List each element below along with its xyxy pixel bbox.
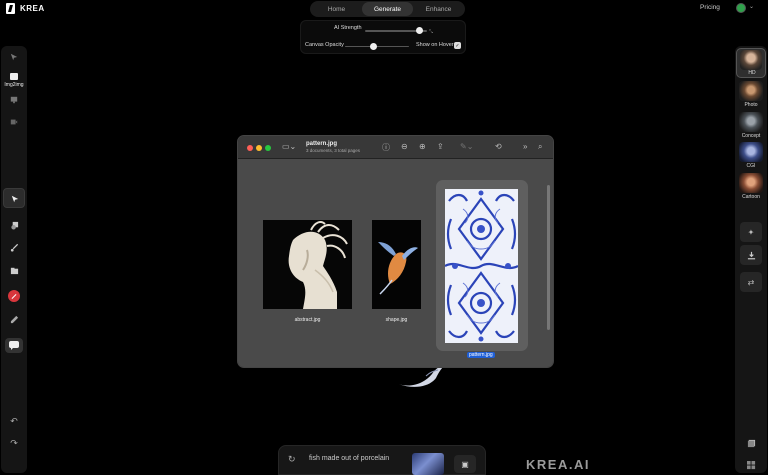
style-concept[interactable]: Concept [736, 112, 766, 142]
style-concept-thumbnail [739, 112, 763, 132]
shuffle-icon[interactable]: ⇄ [740, 272, 762, 292]
style-cgi-thumbnail [739, 142, 763, 162]
canvas-opacity-slider-knob[interactable] [370, 42, 378, 50]
redo-icon[interactable]: ↷ [9, 438, 19, 448]
generation-settings: AI Strength ⤡ Canvas Opacity Show on Hov… [300, 20, 466, 54]
style-label: CGI [746, 163, 756, 169]
info-icon[interactable]: ⓘ [382, 142, 390, 153]
more-icon[interactable]: » [523, 142, 527, 151]
chat-icon [9, 341, 19, 350]
download-icon[interactable] [740, 245, 762, 265]
sidebar-item-img2img[interactable]: Img2img [2, 71, 26, 91]
style-cartoon-thumbnail [739, 173, 763, 193]
thumbnail-abstract[interactable] [263, 220, 352, 309]
video-icon[interactable] [9, 117, 19, 127]
krea-logo-icon [6, 3, 15, 14]
file-name-label: abstract.jpg [294, 317, 321, 323]
window-titlebar: ▭⌄ pattern.jpg 3 documents, 3 total page… [238, 136, 553, 159]
window-content: abstract.jpg shape.jpg pattern.jpg [238, 159, 553, 367]
style-label: Concept [741, 133, 761, 139]
sidebar-item-label: Img2img [4, 82, 24, 88]
eraser-red-icon[interactable] [8, 290, 20, 302]
window-title: pattern.jpg [306, 141, 337, 147]
sparkle-icon[interactable]: ✦ [740, 222, 762, 242]
layers-icon[interactable] [746, 438, 756, 448]
close-button[interactable] [247, 145, 253, 151]
krea-watermark: KREA.AI [526, 457, 590, 472]
pricing-link[interactable]: Pricing [700, 4, 720, 11]
cursor-icon[interactable] [9, 52, 19, 62]
monitor-icon[interactable] [9, 95, 19, 105]
tab-home[interactable]: Home [311, 2, 362, 16]
markup-icon[interactable]: ✎⌄ [460, 142, 473, 151]
style-hd[interactable]: HD [736, 48, 766, 78]
right-toolbar: HD Photo Concept CGI Cartoon ✦ ⇄ [735, 46, 767, 473]
rotate-icon[interactable]: ⟲ [495, 142, 502, 151]
shape-image [372, 220, 421, 309]
left-toolbar: Img2img ↶ ↷ [1, 46, 27, 473]
select-arrow-icon [11, 195, 19, 203]
refresh-icon[interactable]: ↻ [288, 454, 296, 465]
brand-name: KREA [20, 4, 45, 13]
window-subtitle: 3 documents, 3 total pages [306, 148, 361, 153]
avatar[interactable] [736, 3, 746, 13]
style-hd-thumbnail [740, 50, 762, 70]
ai-strength-slider-knob[interactable] [416, 27, 424, 34]
thumbnail-shape[interactable] [372, 220, 421, 309]
image-upload-icon[interactable]: ▣ [454, 455, 476, 473]
prompt-reference-thumbnail[interactable] [412, 453, 444, 475]
select-tool[interactable] [3, 188, 25, 208]
style-photo[interactable]: Photo [736, 81, 766, 111]
eyedropper-icon[interactable] [9, 314, 19, 324]
search-icon[interactable]: ⌕ [538, 142, 542, 152]
folder-icon[interactable] [9, 265, 19, 275]
abstract-image [263, 220, 352, 309]
zoom-button[interactable] [265, 145, 271, 151]
share-icon[interactable]: ⇪ [437, 142, 444, 151]
tab-enhance[interactable]: Enhance [413, 2, 464, 16]
undo-icon[interactable]: ↶ [9, 416, 19, 426]
image-icon [10, 73, 18, 80]
show-on-hover-checkbox[interactable]: ✓ [454, 42, 461, 49]
prompt-input[interactable]: fish made out of porcelain [309, 455, 389, 462]
sidebar-toggle-icon[interactable]: ▭⌄ [282, 142, 296, 151]
zoom-in-icon[interactable]: ⊕ [419, 142, 426, 151]
brush-icon[interactable] [9, 242, 19, 252]
chat-tool[interactable] [5, 338, 23, 353]
pattern-image [445, 189, 518, 343]
file-name-label: shape.jpg [385, 317, 408, 323]
thumbnail-pattern[interactable] [445, 189, 518, 343]
zoom-out-icon[interactable]: ⊖ [401, 142, 408, 151]
brand[interactable]: KREA [6, 3, 45, 14]
style-cgi[interactable]: CGI [736, 142, 766, 172]
style-cartoon[interactable]: Cartoon [736, 173, 766, 203]
shapes-icon[interactable] [9, 220, 19, 230]
preview-window: ▭⌄ pattern.jpg 3 documents, 3 total page… [237, 135, 554, 368]
file-name-label-selected: pattern.jpg [467, 352, 495, 358]
style-label: Cartoon [742, 194, 760, 200]
chevron-down-icon[interactable]: ⌄ [749, 3, 754, 10]
main-nav: Home Generate Enhance [310, 1, 465, 17]
tab-generate[interactable]: Generate [362, 2, 413, 16]
grid-icon[interactable] [746, 460, 756, 470]
ai-strength-label: AI Strength [334, 25, 362, 31]
show-on-hover-label: Show on Hover [416, 42, 454, 48]
minimize-button[interactable] [256, 145, 262, 151]
prompt-bar: ↻ fish made out of porcelain ▣ [278, 445, 486, 475]
style-label: HD [748, 70, 756, 76]
canvas-opacity-label: Canvas Opacity [305, 42, 344, 48]
scrollbar[interactable] [547, 185, 550, 330]
style-label: Photo [744, 102, 758, 108]
resize-handle-icon[interactable]: ⤡ [429, 29, 433, 35]
style-photo-thumbnail [739, 81, 763, 101]
